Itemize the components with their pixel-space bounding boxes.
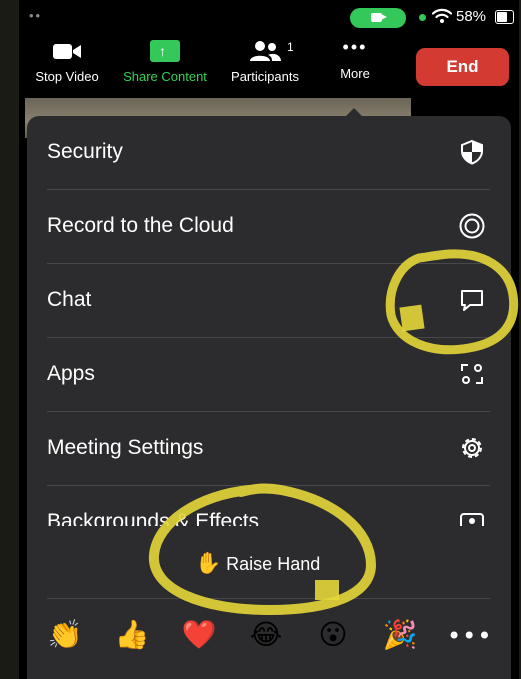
menu-item-meeting-settings[interactable]: Meeting Settings: [47, 412, 490, 486]
menu-item-apps[interactable]: Apps: [47, 338, 490, 412]
raise-hand-button[interactable]: ✋ Raise Hand: [195, 552, 320, 576]
stop-video-label: Stop Video: [35, 69, 99, 84]
menu-item-label: Record to the Cloud: [47, 214, 234, 237]
menu-item-label: Security: [47, 140, 123, 163]
reactions-bar: 👏 👍 ❤️ 😂 😮 🎉 •••: [27, 606, 511, 666]
reaction-thumbs-up[interactable]: 👍: [112, 618, 152, 651]
battery-level: [497, 12, 507, 22]
more-dots-icon: •••: [342, 37, 368, 57]
raise-hand-label: Raise Hand: [226, 554, 321, 574]
more-reactions-button[interactable]: •••: [447, 622, 491, 650]
raised-hand-icon: ✋: [195, 552, 222, 575]
share-arrow-icon: ↑: [150, 40, 180, 62]
share-content-label: Share Content: [123, 69, 207, 84]
participant-count: 1: [287, 40, 294, 54]
video-camera-icon: [53, 44, 81, 59]
menu-item-backgrounds-effects[interactable]: Backgrounds & Effects: [47, 486, 490, 526]
stop-video-button[interactable]: Stop Video: [28, 40, 106, 84]
shield-icon: [461, 139, 483, 165]
reaction-tears-of-joy[interactable]: 😂: [246, 618, 286, 651]
gear-icon: [462, 438, 482, 458]
chat-bubble-icon: [461, 290, 483, 311]
record-icon: [459, 213, 485, 239]
multitask-dots: ••: [29, 8, 43, 23]
participants-label: Participants: [231, 69, 299, 84]
reaction-heart[interactable]: ❤️: [179, 618, 219, 651]
menu-item-record-cloud[interactable]: Record to the Cloud: [47, 190, 490, 264]
reaction-clap[interactable]: 👏: [45, 618, 85, 651]
wifi-icon: [432, 8, 452, 23]
battery-percent: 58%: [456, 8, 487, 25]
menu-item-label: Apps: [47, 362, 95, 385]
camera-privacy-dot: [419, 14, 426, 21]
apps-icon: [461, 364, 483, 384]
app-frame: •• 58% Stop Video ↑ Share Content 1 Part…: [19, 0, 519, 679]
backgrounds-icon: [460, 513, 484, 526]
more-label: More: [340, 66, 370, 81]
participants-icon: [250, 41, 281, 61]
menu-item-security[interactable]: Security: [47, 116, 490, 190]
divider: [47, 598, 490, 599]
share-content-button[interactable]: ↑ Share Content: [114, 40, 216, 84]
reaction-open-mouth[interactable]: 😮: [313, 618, 353, 651]
menu-item-label: Meeting Settings: [47, 436, 204, 459]
menu-item-label: Backgrounds & Effects: [47, 510, 260, 526]
camera-indicator-icon: [371, 13, 387, 22]
end-meeting-button[interactable]: End: [416, 48, 509, 86]
menu-item-label: Chat: [47, 288, 92, 311]
status-bar: •• 58%: [19, 0, 519, 34]
participants-button[interactable]: 1 Participants: [219, 40, 311, 84]
menu-item-chat[interactable]: Chat: [47, 264, 490, 338]
reaction-party[interactable]: 🎉: [380, 618, 420, 651]
more-button[interactable]: ••• More: [327, 37, 383, 81]
camera-in-use-indicator: [350, 8, 406, 28]
battery-icon: [495, 10, 514, 24]
more-menu: Security Record to the Cloud Chat Apps M…: [27, 116, 511, 679]
